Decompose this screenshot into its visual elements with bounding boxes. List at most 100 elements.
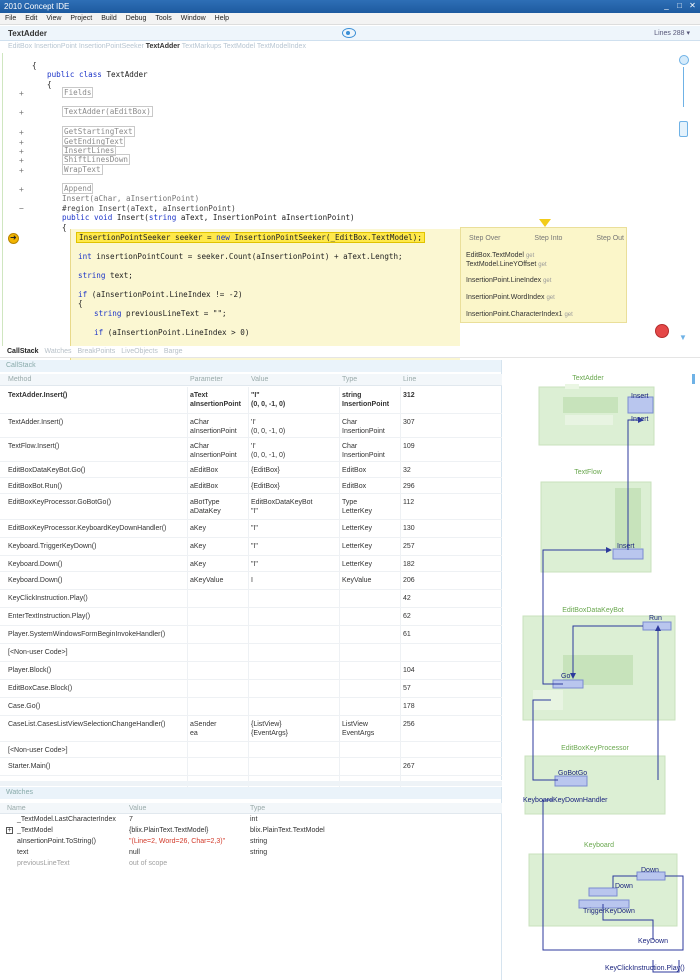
eye-icon[interactable]: [342, 28, 356, 38]
step-over-button[interactable]: Step Over: [469, 235, 501, 242]
tooltip-item[interactable]: TextModel.LineYOffset get: [466, 261, 547, 268]
menu-view[interactable]: View: [46, 13, 61, 24]
breadcrumb[interactable]: EditBox InsertionPoint InsertionPointSee…: [8, 43, 306, 50]
collapsed-region[interactable]: ShiftLinesDown: [62, 154, 131, 165]
table-row[interactable]: Starter.Main() 267: [0, 758, 502, 776]
column-header[interactable]: Name: [7, 803, 26, 814]
table-row[interactable]: EditBoxBot.Run() aEditBox {EditBox} EditBox…: [0, 478, 502, 494]
table-row[interactable]: Player.SystemWindowsFormBeginInvokeHandl…: [0, 626, 502, 644]
table-row[interactable]: Keyboard.Down() aKey "I" LetterKey 182: [0, 556, 502, 572]
watch-row[interactable]: text null string: [0, 848, 502, 858]
expand-icon[interactable]: +: [19, 109, 26, 117]
collapsed-region[interactable]: WrapText: [62, 164, 103, 175]
tooltip-item[interactable]: EditBox.TextModel get: [466, 252, 534, 259]
collapsed-region[interactable]: GetStartingText: [62, 126, 135, 137]
diagram-node-textadder[interactable]: TextAdder Insert Insert: [538, 375, 655, 446]
watch-row[interactable]: previousLineText out of scope: [0, 859, 502, 869]
menu-debug[interactable]: Debug: [126, 13, 147, 24]
region-ctor[interactable]: TextAdder(aEditBox): [62, 106, 153, 117]
tooltip-item[interactable]: InsertionPoint.WordIndex get: [466, 294, 555, 301]
column-header[interactable]: Value: [251, 374, 268, 386]
tooltip-item[interactable]: InsertionPoint.CharacterIndex1 get: [466, 311, 573, 318]
close-button[interactable]: ✕: [688, 1, 697, 11]
collapsed-region[interactable]: Fields: [62, 87, 94, 98]
tab-barge[interactable]: Barge: [164, 346, 183, 357]
breadcrumb-current[interactable]: TextAdder: [146, 43, 180, 50]
tooltip-item[interactable]: InsertionPoint.LineIndex get: [466, 277, 551, 284]
column-header[interactable]: Method: [8, 374, 31, 386]
expand-icon[interactable]: +: [19, 148, 26, 156]
region-method[interactable]: Append: [62, 183, 94, 194]
zoom-track[interactable]: [683, 67, 684, 107]
zoom-knob[interactable]: [679, 55, 689, 65]
watch-row[interactable]: + _TextModel {blix.PlainText.TextModel} bli…: [0, 826, 502, 836]
column-header[interactable]: Line: [403, 374, 416, 386]
expand-icon[interactable]: +: [19, 167, 26, 175]
editor-scrollbar[interactable]: ▼: [676, 55, 690, 347]
table-row[interactable]: TextFlow.Insert() aChar aInsertionPoint 'I…: [0, 438, 502, 462]
region-fields[interactable]: Fields: [62, 87, 94, 98]
expand-icon[interactable]: +: [19, 90, 26, 98]
scroll-thumb[interactable]: [679, 121, 688, 137]
maximize-button[interactable]: □: [675, 1, 684, 11]
column-header[interactable]: Parameter: [190, 374, 223, 386]
diagram-node-keyboard[interactable]: Keyboard Down Down TriggerKeyDown KeyDow…: [528, 842, 678, 945]
table-row[interactable]: Keyboard.Down() aKeyValue I KeyValue 206: [0, 572, 502, 590]
minimize-button[interactable]: _: [662, 1, 671, 11]
cell-value: {EditBox}: [251, 483, 280, 490]
table-row[interactable]: EditBoxKeyProcessor.GoBotGo() aBotType aD…: [0, 494, 502, 520]
watch-row[interactable]: _TextModel.LastCharacterIndex 7 int: [0, 815, 502, 825]
stop-button[interactable]: [655, 324, 669, 338]
column-header[interactable]: Type: [250, 803, 265, 814]
table-row[interactable]: EnterTextInstruction.Play() 62: [0, 608, 502, 626]
expand-icon[interactable]: +: [6, 827, 13, 834]
panel-splitter[interactable]: [0, 781, 502, 786]
watch-row[interactable]: aInsertionPoint.ToString() "(Line=2, Word…: [0, 837, 502, 847]
table-row[interactable]: KeyClickInstruction.Play() 42: [0, 590, 502, 608]
collapsed-region[interactable]: TextAdder(aEditBox): [62, 106, 153, 117]
expand-icon[interactable]: +: [19, 129, 26, 137]
table-row[interactable]: [<Non-user Code>]: [0, 644, 502, 662]
table-row[interactable]: TextAdder.Insert() aText aInsertionPoint "…: [0, 387, 502, 414]
expand-icon[interactable]: +: [19, 186, 26, 194]
tab-watches[interactable]: Watches: [45, 346, 72, 357]
table-row[interactable]: Case.Go() 178: [0, 698, 502, 716]
document-title[interactable]: TextAdder: [8, 29, 47, 38]
collapse-icon[interactable]: −: [19, 205, 26, 213]
tab-callstack[interactable]: CallStack: [7, 346, 39, 357]
step-out-button[interactable]: Step Out: [596, 235, 624, 242]
expand-icon[interactable]: +: [19, 139, 26, 147]
column-header[interactable]: Type: [342, 374, 357, 386]
expand-icon[interactable]: +: [19, 157, 26, 165]
cell-value: "(Line=2, Word=26, Char=2,3)": [129, 838, 226, 845]
menu-help[interactable]: Help: [215, 13, 229, 24]
menu-edit[interactable]: Edit: [25, 13, 37, 24]
table-row[interactable]: EditBoxDataKeyBot.Go() aEditBox {EditBox} E…: [0, 462, 502, 478]
cell-value: {EditBox}: [251, 467, 280, 474]
table-row[interactable]: [<Non-user Code>]: [0, 742, 502, 758]
region-method[interactable]: WrapText: [62, 164, 103, 175]
table-row[interactable]: Keyboard.TriggerKeyDown() aKey "I" LetterKe…: [0, 538, 502, 556]
collapsed-region[interactable]: Append: [62, 183, 94, 194]
step-into-button[interactable]: Step Into: [534, 235, 562, 242]
call-diagram[interactable]: TextAdder Insert Insert TextFlow Insert …: [503, 360, 700, 980]
scroll-down-icon[interactable]: ▼: [679, 333, 687, 342]
breadcrumb-after[interactable]: TextMarkups TextModel TextModelIndex: [182, 43, 306, 50]
table-row[interactable]: CaseList.CasesListViewSelectionChangeHan…: [0, 716, 502, 742]
menu-build[interactable]: Build: [101, 13, 117, 24]
table-row[interactable]: TextAdder.Insert() aChar aInsertionPoint '…: [0, 414, 502, 438]
diagram-node-editboxdatakeybot[interactable]: EditBoxDataKeyBot Run Go: [522, 607, 676, 721]
menu-file[interactable]: File: [5, 13, 16, 24]
menu-project[interactable]: Project: [70, 13, 92, 24]
menu-window[interactable]: Window: [181, 13, 206, 24]
table-row[interactable]: EditBoxCase.Block() 57: [0, 680, 502, 698]
tab-breakpoints[interactable]: BreakPoints: [78, 346, 116, 357]
diagram-node-textflow[interactable]: TextFlow Insert: [540, 469, 652, 573]
gutter-line: [2, 53, 3, 350]
column-header[interactable]: Value: [129, 803, 146, 814]
table-row[interactable]: Player.Block() 104: [0, 662, 502, 680]
tab-liveobjects[interactable]: LiveObjects: [121, 346, 158, 357]
table-row[interactable]: EditBoxKeyProcessor.KeyboardKeyDownHandl…: [0, 520, 502, 538]
breadcrumb-before[interactable]: EditBox InsertionPoint InsertionPointSee…: [8, 43, 144, 50]
menu-tools[interactable]: Tools: [155, 13, 171, 24]
